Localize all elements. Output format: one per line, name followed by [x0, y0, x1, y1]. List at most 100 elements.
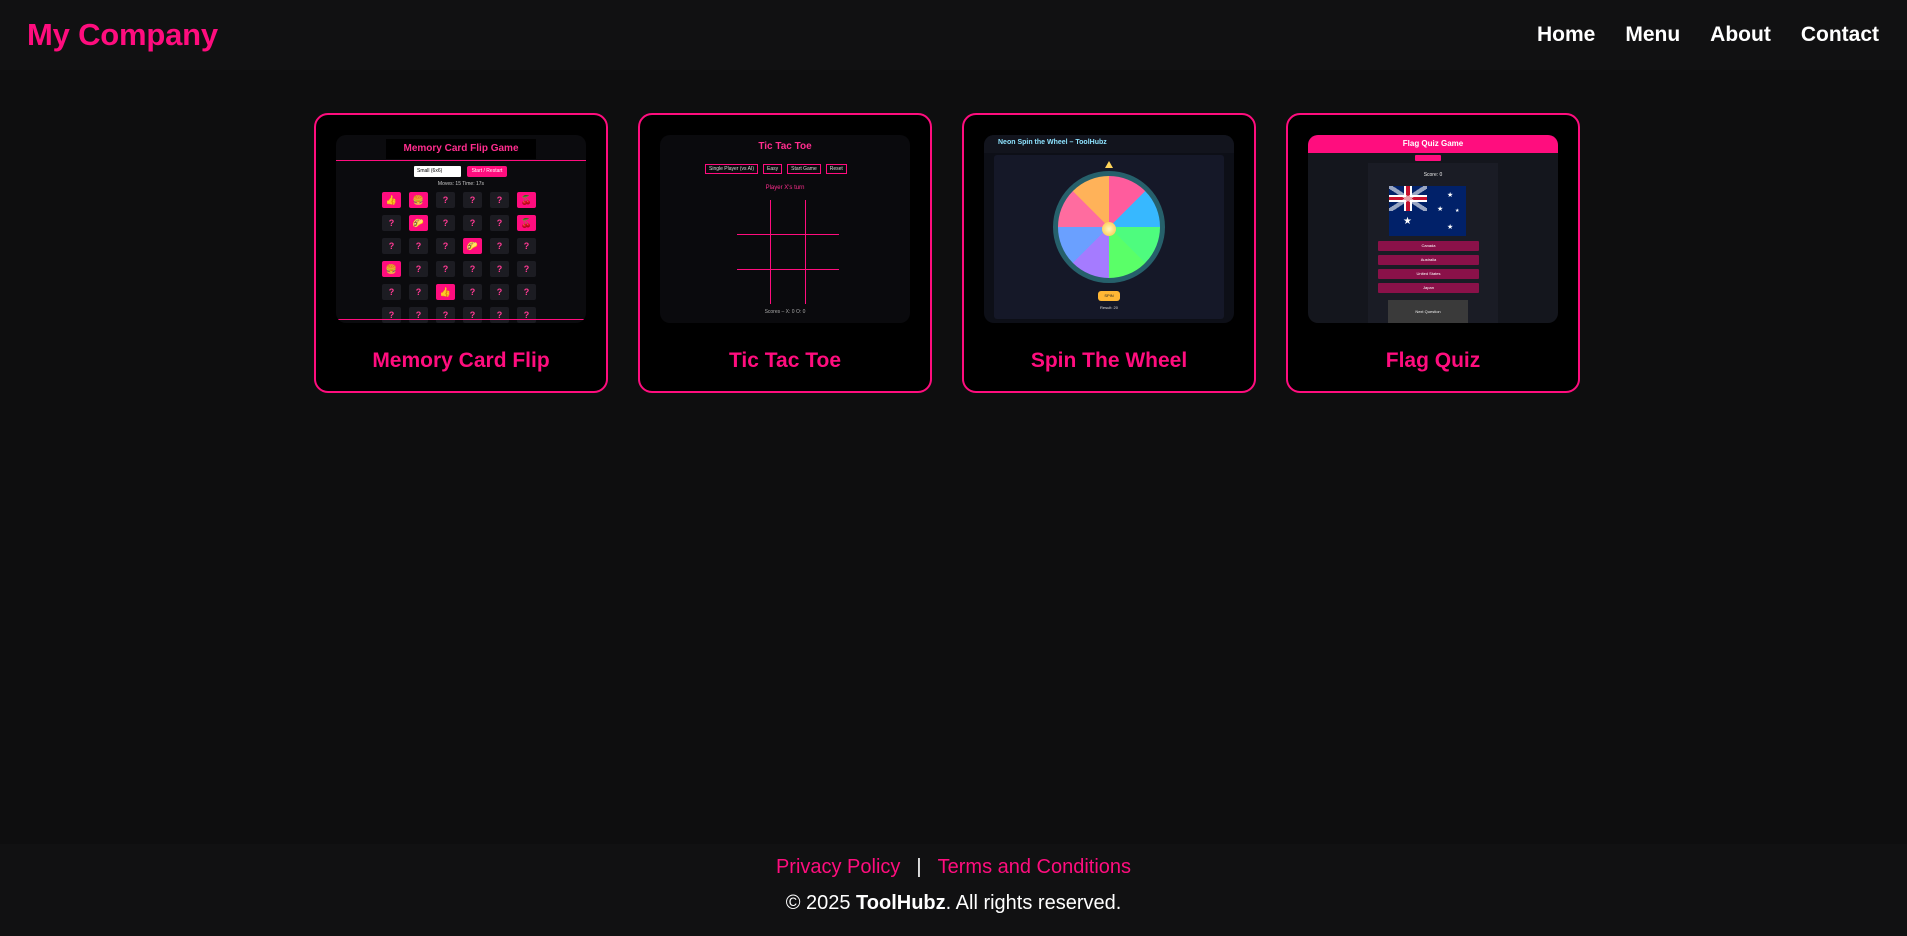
- memory-cell: ?: [463, 215, 482, 231]
- card-title: Memory Card Flip: [372, 349, 550, 372]
- privacy-policy-link[interactable]: Privacy Policy: [776, 856, 900, 878]
- game-card-flag[interactable]: Flag Quiz Game Score: 0 ★ ★ ★ ★ ★ Canada…: [1286, 113, 1580, 393]
- memory-cell: ?: [490, 284, 509, 300]
- memory-cell: ?: [409, 238, 428, 254]
- brand-logo[interactable]: My Company: [27, 17, 218, 53]
- thumb-option: Japan: [1378, 283, 1479, 293]
- card-title: Tic Tac Toe: [728, 349, 842, 372]
- memory-cell: ?: [517, 238, 536, 254]
- thumb-card-grid: 👍 🍔??? 🍒? 🌮??? 🍒??? 🌮?? 🍔??????? 👍?????????: [382, 192, 536, 323]
- memory-cell: 🍒: [517, 192, 536, 208]
- memory-cell: ?: [463, 261, 482, 277]
- thumb-turn: Player X's turn: [765, 185, 805, 191]
- memory-cell: ?: [517, 307, 536, 323]
- memory-cell: ?: [463, 307, 482, 323]
- memory-cell: ?: [517, 284, 536, 300]
- memory-cell: 👍: [436, 284, 455, 300]
- site-footer: Privacy Policy | Terms and Conditions © 20…: [0, 844, 1907, 936]
- divider: [336, 319, 586, 320]
- site-header: My Company Home Menu About Contact: [0, 0, 1907, 70]
- thumb-heading: Memory Card Flip Game: [386, 139, 536, 159]
- thumb-option: Australia: [1378, 255, 1479, 265]
- memory-cell: ?: [409, 284, 428, 300]
- nav-contact[interactable]: Contact: [1801, 23, 1879, 47]
- memory-cell: ?: [490, 238, 509, 254]
- union-jack-icon: [1389, 186, 1427, 211]
- star-icon: ★: [1437, 206, 1444, 213]
- thumb-reset-button: Reset: [825, 164, 847, 174]
- thumbnail-tictactoe: Tic Tac Toe Single Player (vs AI) Easy S…: [660, 135, 910, 323]
- thumb-difficulty-select: Easy: [763, 164, 783, 174]
- thumb-heading: Flag Quiz Game: [1308, 135, 1558, 153]
- memory-cell: 👍: [382, 192, 401, 208]
- nav-about[interactable]: About: [1710, 23, 1771, 47]
- thumb-score: Scores – X: 0 O: 0: [764, 309, 806, 315]
- thumbnail-wheel: Neon Spin the Wheel – ToolHubz SPIN Resu…: [984, 135, 1234, 323]
- memory-cell: ?: [382, 307, 401, 323]
- thumb-result: Result: 20: [1099, 305, 1118, 310]
- thumbnail-memory: Memory Card Flip Game Small (6x6) Start …: [336, 135, 586, 323]
- card-title: Flag Quiz: [1385, 349, 1481, 372]
- thumb-controls: Small (6x6) Start / Restart: [414, 166, 507, 177]
- thumb-status: Moves: 15 Time: 17s: [437, 181, 485, 187]
- thumb-controls: Single Player (vs AI) Easy Start Game Re…: [705, 164, 847, 174]
- memory-cell: ?: [436, 215, 455, 231]
- thumb-start-button: Start Game: [787, 164, 821, 174]
- memory-cell: ?: [382, 284, 401, 300]
- thumb-option: Canada: [1378, 241, 1479, 251]
- thumb-heading: Neon Spin the Wheel – ToolHubz: [984, 135, 1234, 153]
- game-card-memory[interactable]: Memory Card Flip Game Small (6x6) Start …: [314, 113, 608, 393]
- thumb-score: Score: 0: [1423, 172, 1443, 178]
- star-icon: ★: [1447, 192, 1454, 199]
- memory-cell: 🍔: [382, 261, 401, 277]
- memory-cell: ?: [490, 192, 509, 208]
- memory-cell: ?: [490, 261, 509, 277]
- star-icon: ★: [1447, 224, 1454, 231]
- memory-cell: ?: [436, 238, 455, 254]
- star-icon: ★: [1455, 208, 1460, 214]
- thumb-start-button: Start / Restart: [467, 166, 507, 177]
- thumb-next-button: Next Question: [1388, 300, 1468, 323]
- wheel-hub: [1102, 222, 1116, 236]
- thumb-heading: Tic Tac Toe: [758, 141, 812, 152]
- footer-separator: |: [916, 856, 922, 878]
- memory-cell: ?: [436, 192, 455, 208]
- memory-cell: ?: [436, 261, 455, 277]
- thumb-mode-select: Single Player (vs AI): [705, 164, 759, 174]
- copyright-suffix: . All rights reserved.: [945, 892, 1122, 914]
- divider: [336, 160, 586, 161]
- memory-cell: ?: [490, 215, 509, 231]
- thumb-spin-button: SPIN: [1098, 291, 1120, 301]
- copyright-prefix: © 2025: [785, 892, 857, 914]
- nav-home[interactable]: Home: [1537, 23, 1595, 47]
- memory-cell: ?: [463, 192, 482, 208]
- thumb-size-select: Small (6x6): [414, 166, 461, 177]
- star-icon: ★: [1403, 216, 1412, 227]
- pointer-icon: [1105, 161, 1113, 168]
- memory-cell: 🍒: [517, 215, 536, 231]
- game-card-wheel[interactable]: Neon Spin the Wheel – ToolHubz SPIN Resu…: [962, 113, 1256, 393]
- thumb-option: United States: [1378, 269, 1479, 279]
- thumb-mini-button: [1415, 155, 1441, 161]
- australia-flag-icon: ★ ★ ★ ★ ★: [1389, 186, 1466, 236]
- memory-cell: ?: [409, 261, 428, 277]
- memory-cell: ?: [409, 307, 428, 323]
- game-card-tictactoe[interactable]: Tic Tac Toe Single Player (vs AI) Easy S…: [638, 113, 932, 393]
- memory-cell: ?: [490, 307, 509, 323]
- memory-cell: ?: [382, 238, 401, 254]
- game-cards: Memory Card Flip Game Small (6x6) Start …: [314, 113, 1580, 393]
- memory-cell: ?: [517, 261, 536, 277]
- thumb-board: [737, 200, 839, 304]
- nav-menu[interactable]: Menu: [1625, 23, 1680, 47]
- memory-cell: 🌮: [409, 215, 428, 231]
- terms-link[interactable]: Terms and Conditions: [938, 856, 1131, 878]
- main-nav: Home Menu About Contact: [1537, 23, 1879, 47]
- copyright: © 2025 ToolHubz. All rights reserved.: [0, 892, 1907, 915]
- memory-cell: ?: [463, 284, 482, 300]
- footer-links: Privacy Policy | Terms and Conditions: [0, 856, 1907, 879]
- card-title: Spin The Wheel: [1030, 349, 1188, 372]
- copyright-brand: ToolHubz: [856, 892, 946, 914]
- memory-cell: ?: [436, 307, 455, 323]
- memory-cell: ?: [382, 215, 401, 231]
- thumbnail-flag: Flag Quiz Game Score: 0 ★ ★ ★ ★ ★ Canada…: [1308, 135, 1558, 323]
